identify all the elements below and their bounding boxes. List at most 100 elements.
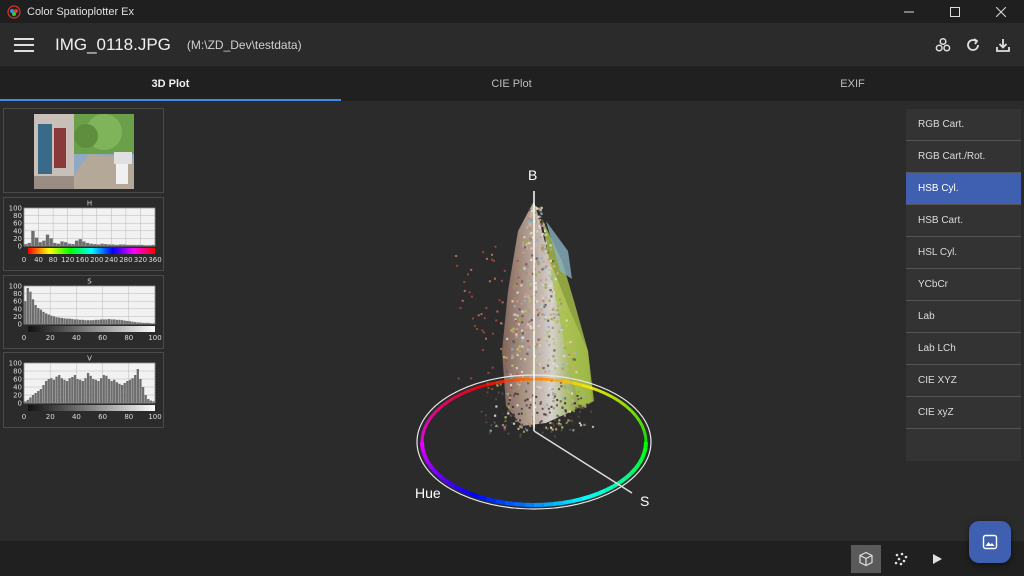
histogram-bar <box>97 381 100 403</box>
histogram-y-tick: 20 <box>13 392 22 400</box>
histogram-bar <box>105 375 108 403</box>
minimize-icon[interactable] <box>886 0 932 23</box>
histogram-bar <box>39 389 43 403</box>
histogram-bar <box>76 319 79 324</box>
image-thumbnail[interactable] <box>34 114 134 189</box>
image-icon <box>982 534 998 550</box>
histogram-bar <box>139 379 142 403</box>
mode-hsb-cyl[interactable]: HSB Cyl. <box>906 173 1021 205</box>
tab-exif[interactable]: EXIF <box>682 66 1023 101</box>
histogram-bar <box>123 383 126 403</box>
histogram-bar <box>110 319 113 324</box>
histogram-bar <box>147 399 150 403</box>
histogram-bar <box>73 375 77 403</box>
histogram-title: H <box>87 200 92 208</box>
mode-cie-xyz[interactable]: CIE XYZ <box>906 365 1021 397</box>
scatter-dots-icon[interactable] <box>886 545 916 573</box>
histogram-x-tick: 120 <box>61 256 74 264</box>
histogram-x-tick: 40 <box>34 256 43 264</box>
histogram-x-tick: 0 <box>22 256 26 264</box>
histogram-bar <box>84 378 87 403</box>
histogram-y-tick: 40 <box>13 384 22 392</box>
mode-lab-lch[interactable]: Lab LCh <box>906 333 1021 365</box>
color-circles-icon[interactable] <box>928 30 958 60</box>
histogram-bar <box>149 400 153 403</box>
histogram-bar <box>120 385 124 403</box>
histogram-bar <box>38 242 42 246</box>
histogram-bar <box>89 320 92 324</box>
histogram-bar <box>131 378 134 403</box>
histogram-x-tick: 360 <box>148 256 161 264</box>
histogram-bar <box>126 381 129 403</box>
bottom-toolbar <box>0 541 1024 576</box>
histogram-bar <box>60 241 64 246</box>
mode-ycbcr[interactable]: YCbCr <box>906 269 1021 301</box>
histogram-bar <box>99 319 103 324</box>
histogram-bar <box>60 317 63 324</box>
histogram-x-tick: 80 <box>124 334 133 342</box>
histogram-bar <box>53 242 57 246</box>
histogram-bar <box>26 399 29 403</box>
thumbnail-panel[interactable] <box>3 108 164 193</box>
histogram-bar <box>94 379 98 403</box>
window-title: Color Spatioplotter Ex <box>27 5 134 18</box>
histogram-x-tick: 80 <box>124 413 133 421</box>
histogram-bar <box>68 318 71 324</box>
histogram-bar <box>65 318 69 324</box>
maximize-icon[interactable] <box>932 0 978 23</box>
tab-cie-plot[interactable]: CIE Plot <box>341 66 682 101</box>
histogram-y-tick: 0 <box>18 400 22 408</box>
histogram-bar <box>64 242 68 246</box>
histogram-x-tick: 0 <box>22 413 26 421</box>
play-icon[interactable] <box>922 545 952 573</box>
histogram-y-tick: 0 <box>18 243 22 251</box>
download-icon[interactable] <box>988 30 1018 60</box>
3d-plot-canvas[interactable]: B Hue S <box>170 101 900 541</box>
histogram-bar <box>78 239 82 246</box>
file-path: (M:\ZD_Dev\testdata) <box>186 37 302 52</box>
histogram-bar <box>89 243 93 246</box>
histogram-bar <box>34 237 39 246</box>
refresh-icon[interactable] <box>958 30 988 60</box>
histogram-bar <box>136 369 139 403</box>
mode-lab[interactable]: Lab <box>906 301 1021 333</box>
histogram-bar <box>82 241 86 246</box>
histogram-bar <box>49 238 53 246</box>
open-image-button[interactable] <box>969 521 1011 563</box>
histogram-y-tick: 80 <box>13 368 22 376</box>
histogram-bar <box>24 301 27 324</box>
histogram-bar <box>44 381 48 403</box>
histogram-bar <box>134 375 137 403</box>
mode-rgb-cart-rot[interactable]: RGB Cart./Rot. <box>906 141 1021 173</box>
histogram-x-tick: 20 <box>46 334 55 342</box>
histogram-bar <box>102 375 105 403</box>
histogram-bar <box>60 378 63 403</box>
histogram-bar <box>81 319 84 324</box>
histogram-bar <box>31 299 35 324</box>
histogram-bar <box>113 379 116 403</box>
cube-icon[interactable] <box>851 545 881 573</box>
histogram-bar <box>128 321 132 324</box>
histogram-bar <box>74 240 79 246</box>
s-axis-line <box>533 430 633 494</box>
histogram-bar <box>67 243 72 246</box>
hamburger-menu-icon[interactable] <box>14 37 34 52</box>
histogram-bar <box>42 311 45 324</box>
tab-bar: 3D Plot CIE Plot EXIF <box>0 66 1024 101</box>
histogram-bar <box>97 319 100 324</box>
tab-3d-plot[interactable]: 3D Plot <box>0 66 341 101</box>
histogram-bar <box>128 379 132 403</box>
histogram-x-tick: 200 <box>90 256 103 264</box>
histogram-bar <box>71 319 74 324</box>
mode-rgb-cart[interactable]: RGB Cart. <box>906 109 1021 141</box>
histogram-x-tick: 20 <box>46 413 55 421</box>
mode-hsl-cyl[interactable]: HSL Cyl. <box>906 237 1021 269</box>
histogram-bar <box>26 287 29 324</box>
histogram-bar <box>45 234 50 246</box>
mode-cie-xyz-lower[interactable]: CIE xyZ <box>906 397 1021 429</box>
histogram-bar <box>58 375 61 403</box>
close-icon[interactable] <box>978 0 1024 23</box>
mode-hsb-cart[interactable]: HSB Cart. <box>906 205 1021 237</box>
histogram-bar <box>141 387 145 403</box>
histogram-bar <box>73 319 77 324</box>
